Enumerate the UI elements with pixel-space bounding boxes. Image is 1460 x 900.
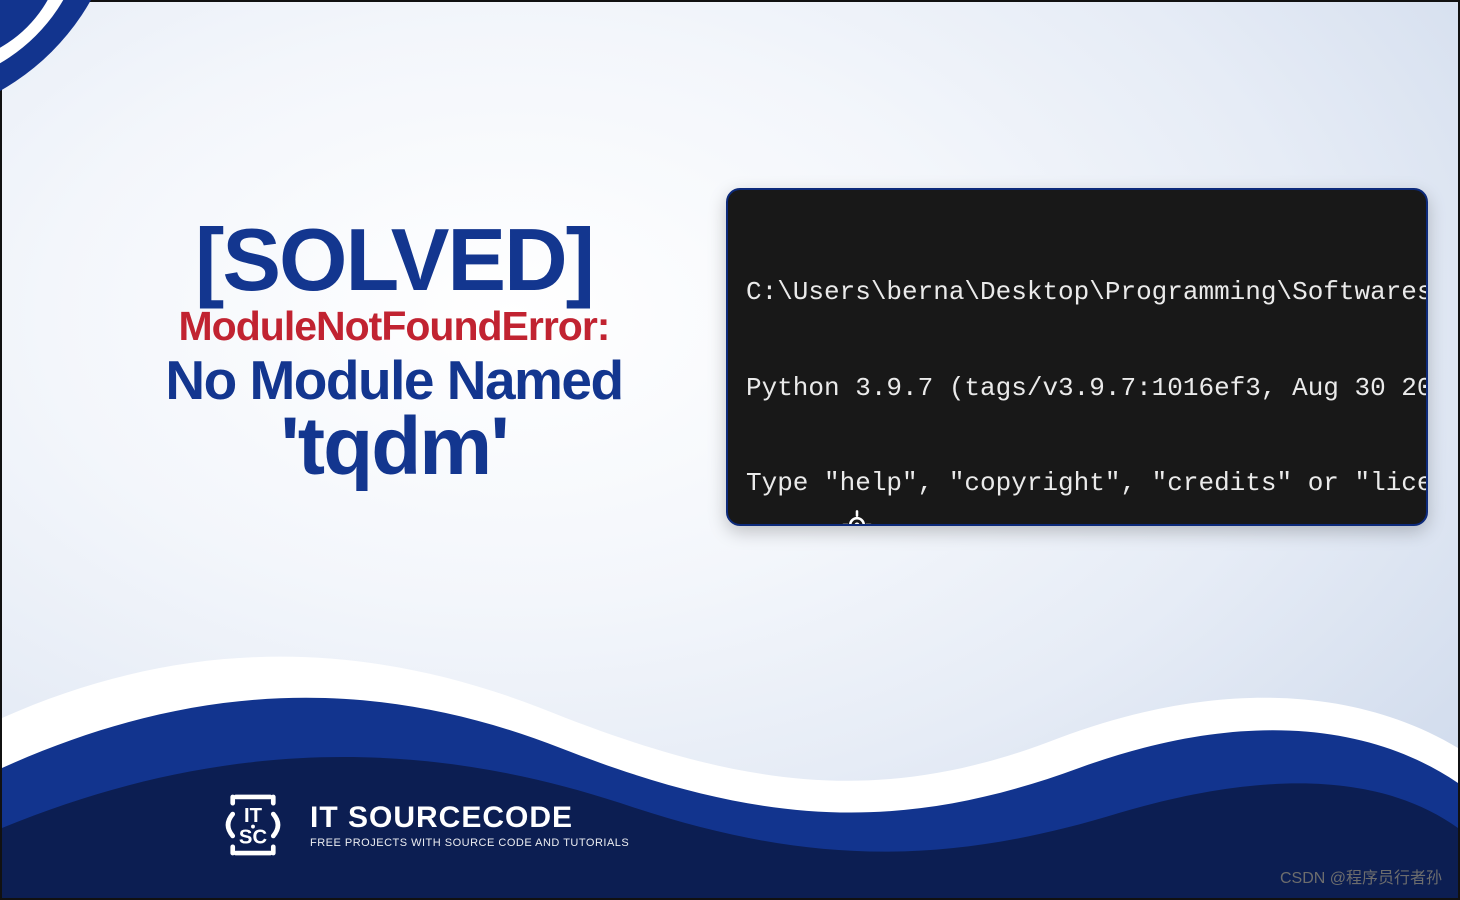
headline-error-name: ModuleNotFoundError: xyxy=(74,305,714,348)
brand-block: IT SC IT SOURCECODE FREE PROJECTS WITH S… xyxy=(214,786,629,864)
brand-logo-icon: IT SC xyxy=(214,786,292,864)
terminal-line: Python 3.9.7 (tags/v3.9.7:1016ef3, Aug 3… xyxy=(738,373,1426,405)
headline-module: 'tqdm' xyxy=(74,408,714,486)
attribution-text: CSDN @程序员行者孙 xyxy=(1280,864,1442,888)
terminal-line: C:\Users\berna\Desktop\Programming\Softw… xyxy=(738,277,1426,309)
brand-text: IT SOURCECODE FREE PROJECTS WITH SOURCE … xyxy=(310,801,629,849)
corner-ornament xyxy=(2,2,202,202)
headline-block: [SOLVED] ModuleNotFoundError: No Module … xyxy=(74,220,714,486)
corner-ornament-inner xyxy=(0,0,64,64)
terminal-line: Type "help", "copyright", "credits" or "… xyxy=(738,468,1426,500)
headline-solved: [SOLVED] xyxy=(74,220,714,299)
brand-tagline: FREE PROJECTS WITH SOURCE CODE AND TUTOR… xyxy=(310,837,629,849)
svg-text:SC: SC xyxy=(239,827,268,849)
headline-no-module: No Module Named xyxy=(74,352,714,408)
svg-text:IT: IT xyxy=(244,805,263,827)
slide-root: [SOLVED] ModuleNotFoundError: No Module … xyxy=(0,0,1460,900)
terminal-panel: C:\Users\berna\Desktop\Programming\Softw… xyxy=(726,188,1428,526)
brand-name: IT SOURCECODE xyxy=(310,801,629,835)
lens-icon xyxy=(746,476,780,510)
